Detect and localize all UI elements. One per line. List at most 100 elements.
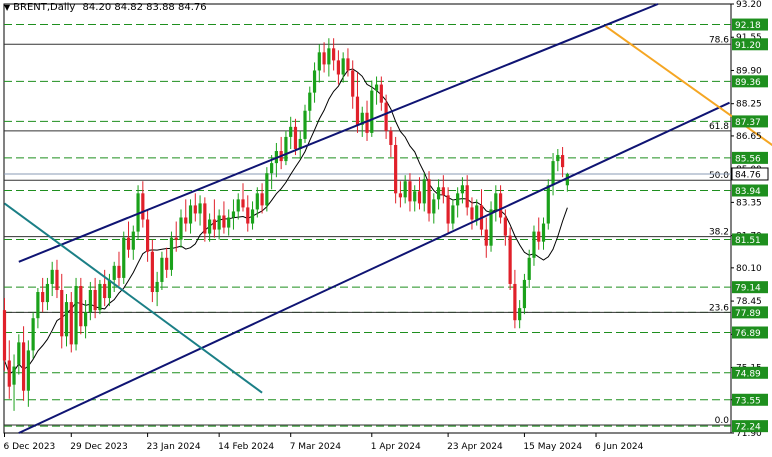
bullish-candle [284,136,288,162]
fib-label: 78.6 [709,35,729,45]
bearish-candle [408,181,412,202]
level-price-tag: 85.56 [735,154,761,164]
fib-label: 23.6 [709,303,729,313]
y-tick-label: 86.65 [736,132,762,142]
bullish-candle [451,205,455,224]
bullish-candle [17,342,21,365]
bearish-candle [69,302,73,345]
level-price-tag: 76.89 [735,329,761,339]
bullish-candle [551,161,555,186]
bullish-candle [432,199,436,214]
level-price-tag: 79.14 [735,284,761,294]
y-tick-label: 89.90 [736,66,762,76]
bullish-candle [494,193,498,210]
y-tick-label: 78.45 [736,297,762,307]
fib-label: 0.0 [715,416,730,426]
bearish-candle [146,219,150,252]
x-tick-label: 1 Apr 2024 [371,442,421,452]
bearish-candle [165,257,169,270]
level-price-tag: 74.89 [735,369,761,379]
bullish-candle [403,181,407,198]
bullish-candle [179,217,183,240]
bearish-candle [260,193,264,206]
bullish-candle [36,292,40,319]
bearish-candle [117,265,121,278]
bearish-candle [2,310,7,361]
bearish-candle [355,96,360,125]
bullish-candle [227,217,231,228]
bearish-candle [465,185,469,208]
bullish-candle [327,48,331,65]
bearish-candle [351,70,355,97]
bullish-candle [541,223,546,242]
x-tick-label: 6 Dec 2023 [4,442,56,452]
bearish-candle [417,191,422,204]
bullish-candle [231,211,236,218]
bearish-candle [79,285,83,327]
bearish-candle [508,235,512,284]
bearish-candle [222,215,226,228]
level-price-tag: 89.36 [735,78,761,88]
x-tick-label: 14 Feb 2024 [218,442,274,452]
bullish-candle [312,70,317,93]
bullish-candle [456,193,460,206]
y-tick-label: 80.10 [736,264,762,274]
y-tick-label: 93.20 [736,0,762,10]
bullish-candle [131,231,135,250]
fib-label: 38.2 [709,228,729,238]
bearish-candle [212,219,216,230]
bearish-candle [484,229,488,246]
x-tick-label: 23 Jan 2024 [147,442,201,452]
level-price-tag: 87.37 [735,118,761,128]
bearish-candle [441,187,445,196]
bullish-candle [83,312,88,327]
bearish-candle [193,205,197,214]
bullish-candle [270,163,274,174]
bullish-candle [308,92,312,111]
bullish-candle [107,279,112,299]
bullish-candle [250,209,255,224]
bearish-candle [389,130,393,145]
bullish-candle [460,185,465,194]
level-price-tag: 81.51 [735,236,761,246]
price-chart[interactable]: 78.661.850.038.223.60.093.2091.5589.9088… [0,0,772,457]
bullish-candle [546,185,550,224]
bearish-candle [293,126,298,150]
bearish-candle [384,102,388,131]
bearish-candle [7,360,11,387]
bullish-candle [522,279,527,309]
bearish-candle [93,290,97,311]
bullish-candle [98,283,102,311]
bearish-candle [537,231,541,242]
bearish-candle [560,155,565,168]
fib-label: 50.0 [709,171,729,181]
bullish-candle [122,237,126,278]
x-tick-label: 7 Mar 2024 [290,442,342,452]
bullish-candle [527,257,531,280]
bullish-candle [198,203,202,214]
bullish-candle [12,366,16,385]
bullish-candle [50,269,54,284]
bearish-candle [332,48,336,61]
bearish-candle [21,342,26,391]
bullish-candle [217,215,221,230]
bullish-candle [422,179,426,204]
bullish-candle [436,187,441,200]
bullish-candle [413,191,417,202]
bearish-candle [503,217,507,236]
bearish-candle [55,269,59,290]
x-tick-label: 6 Jun 2024 [595,442,644,452]
bearish-candle [126,237,131,250]
fib-label: 61.8 [709,122,729,132]
bullish-candle [112,265,116,280]
y-tick-label: 83.35 [736,198,762,208]
bullish-candle [265,173,269,206]
bearish-candle [498,193,503,218]
y-tick-label: 88.25 [736,100,762,110]
bullish-candle [188,205,193,224]
bearish-candle [513,283,517,321]
bullish-candle [169,237,174,270]
bearish-candle [470,207,474,220]
bullish-candle [556,155,560,162]
bullish-candle [518,308,522,321]
